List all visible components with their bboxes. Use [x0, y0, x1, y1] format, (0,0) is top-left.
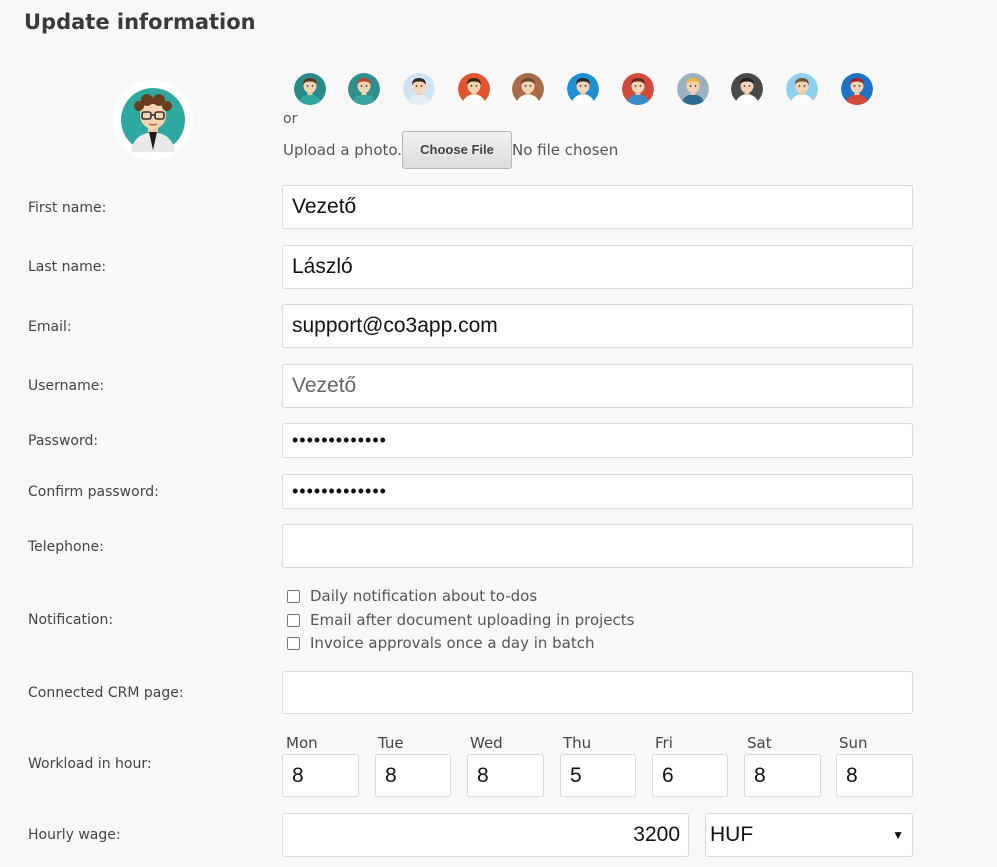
avatar-woman-blue-bg-icon[interactable] — [841, 73, 873, 105]
notification-option[interactable]: Daily notification about to-dos — [287, 587, 537, 605]
avatar-man-red-bg-icon[interactable] — [458, 73, 490, 105]
upload-photo-label: Upload a photo... — [283, 141, 412, 159]
hourly-wage-label: Hourly wage: — [28, 827, 121, 843]
email-field[interactable]: support@co3app.com — [282, 304, 913, 348]
file-status-text: No file chosen — [512, 141, 619, 159]
workload-mon-input[interactable]: 8 — [282, 754, 359, 797]
workload-wed-input[interactable]: 8 — [467, 754, 544, 797]
telephone-label: Telephone: — [28, 539, 104, 555]
day-label-tue: Tue — [378, 734, 404, 752]
telephone-field[interactable] — [282, 524, 913, 568]
notification-option-label: Email after document uploading in projec… — [310, 611, 635, 629]
avatar-woman-red-bg-icon[interactable] — [622, 73, 654, 105]
crm-page-field[interactable] — [282, 671, 913, 714]
workload-thu-input[interactable]: 5 — [560, 754, 636, 797]
notification-option[interactable]: Invoice approvals once a day in batch — [287, 634, 595, 652]
user-avatar-icon — [121, 88, 185, 152]
currency-value: HUF — [710, 823, 754, 846]
first-name-field[interactable]: Vezető — [282, 185, 913, 229]
confirm-password-label: Confirm password: — [28, 484, 159, 500]
chevron-down-icon: ▼ — [892, 828, 904, 842]
workload-fri-input[interactable]: 6 — [652, 754, 728, 797]
day-label-thu: Thu — [563, 734, 592, 752]
avatar-woman-blonde-icon[interactable] — [677, 73, 709, 105]
notification-option[interactable]: Email after document uploading in projec… — [287, 611, 634, 629]
avatar-man-glasses-teal-icon[interactable] — [294, 73, 326, 105]
workload-sun-input[interactable]: 8 — [836, 754, 913, 797]
password-label: Password: — [28, 433, 99, 449]
choose-file-button[interactable]: Choose File — [402, 131, 512, 169]
avatar-man-bald-beard-icon[interactable] — [403, 73, 435, 105]
username-field[interactable]: Vezető — [282, 364, 913, 408]
checkbox[interactable] — [287, 613, 300, 627]
avatar-woman-redhead-icon[interactable] — [348, 73, 380, 105]
avatar-man-lightblue-bg-icon[interactable] — [786, 73, 818, 105]
last-name-field[interactable]: László — [282, 245, 913, 289]
notification-label: Notification: — [28, 612, 114, 628]
day-label-mon: Mon — [286, 734, 318, 752]
checkbox[interactable] — [287, 589, 300, 603]
username-label: Username: — [28, 378, 105, 394]
password-field[interactable]: ••••••••••••• — [282, 423, 913, 458]
or-text: or — [283, 111, 298, 127]
day-label-sat: Sat — [747, 734, 772, 752]
avatar-man-brown-bg-icon[interactable] — [512, 73, 544, 105]
notification-option-label: Daily notification about to-dos — [310, 587, 538, 605]
first-name-label: First name: — [28, 200, 107, 216]
last-name-label: Last name: — [28, 259, 107, 275]
email-label: Email: — [28, 319, 72, 335]
notification-option-label: Invoice approvals once a day in batch — [310, 634, 595, 652]
currency-select[interactable]: HUF ▼ — [705, 813, 913, 857]
confirm-password-field[interactable]: ••••••••••••• — [282, 474, 913, 509]
workload-sat-input[interactable]: 8 — [744, 754, 821, 797]
current-avatar — [113, 80, 193, 160]
avatar-man-blue-bg-icon[interactable] — [567, 73, 599, 105]
workload-label: Workload in hour: — [28, 756, 152, 772]
day-label-sun: Sun — [839, 734, 868, 752]
checkbox[interactable] — [287, 636, 300, 650]
hourly-wage-input[interactable]: 3200 — [282, 813, 689, 857]
avatar-man-dark-bg-icon[interactable] — [731, 73, 763, 105]
day-label-wed: Wed — [470, 734, 503, 752]
page-title: Update information — [24, 10, 256, 34]
workload-tue-input[interactable]: 8 — [375, 754, 451, 797]
day-label-fri: Fri — [655, 734, 673, 752]
crm-page-label: Connected CRM page: — [28, 685, 184, 701]
